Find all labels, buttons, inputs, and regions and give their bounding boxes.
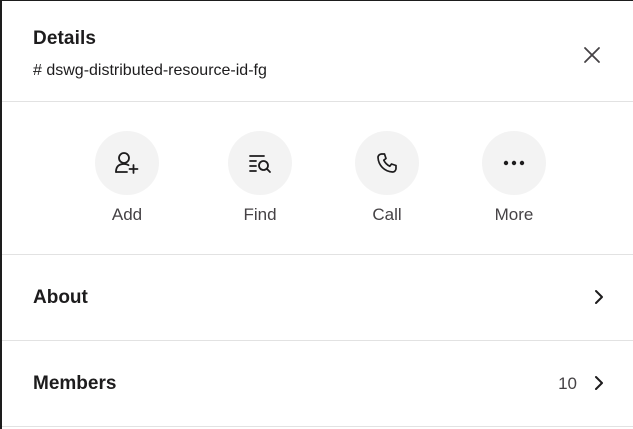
about-row[interactable]: About [2, 255, 633, 341]
find-label: Find [243, 205, 277, 224]
about-label: About [33, 287, 88, 308]
more-horizontal-icon [503, 160, 525, 166]
find-button[interactable]: Find [220, 131, 300, 231]
details-panel: Details # dswg-distributed-resource-id-f… [0, 0, 633, 429]
more-button[interactable]: More [474, 131, 554, 231]
quick-actions: Add Find Call More [2, 101, 633, 255]
add-button[interactable]: Add [87, 131, 167, 231]
close-icon [584, 47, 600, 63]
close-button[interactable] [574, 37, 610, 73]
details-header: Details # dswg-distributed-resource-id-f… [2, 1, 633, 102]
add-label: Add [111, 205, 143, 224]
add-circle [95, 131, 159, 195]
members-label: Members [33, 373, 117, 394]
more-circle [482, 131, 546, 195]
find-in-list-icon [249, 155, 271, 173]
more-label: More [494, 205, 534, 224]
panel-title: Details [33, 28, 97, 49]
chevron-right-icon [595, 290, 603, 304]
call-button[interactable]: Call [347, 131, 427, 231]
call-circle [355, 131, 419, 195]
add-person-icon [115, 152, 139, 174]
call-label: Call [372, 205, 402, 224]
chevron-right-icon [595, 376, 603, 390]
find-circle [228, 131, 292, 195]
channel-name: # dswg-distributed-resource-id-fg [33, 62, 267, 79]
members-count: 10 [558, 374, 577, 393]
members-row[interactable]: Members 10 [2, 341, 633, 427]
phone-icon [377, 153, 397, 173]
